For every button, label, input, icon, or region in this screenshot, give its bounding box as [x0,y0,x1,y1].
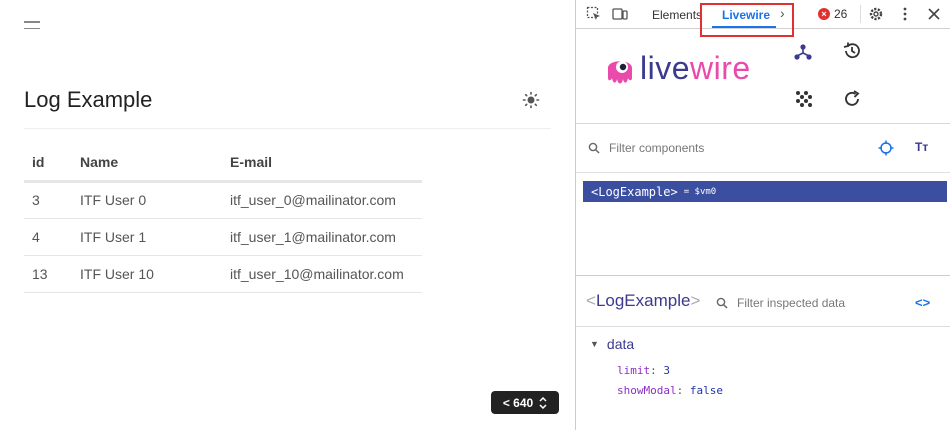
table-row: 4 ITF User 1 itf_user_1@mailinator.com [24,218,422,256]
chevron-updown-icon [539,396,547,409]
app-area: Log Example id Name E-mail 3 ITF User 0 … [0,0,575,430]
search-icon [716,297,728,309]
cell-name: ITF User 0 [80,181,230,219]
tab-elements[interactable]: Elements [652,8,702,22]
page-title: Log Example [24,87,153,112]
table-row: 13 ITF User 10 itf_user_10@mailinator.co… [24,255,422,293]
error-icon: × [818,8,830,20]
close-icon[interactable] [926,6,942,22]
breakpoint-badge[interactable]: < 640 [491,391,559,414]
users-table: id Name E-mail 3 ITF User 0 itf_user_0@m… [24,145,422,293]
component-name: <LogExample> [591,184,678,199]
livewire-logo-icon [608,61,632,84]
inspected-component-name: <LogExample> [586,291,701,310]
device-toolbar-icon[interactable] [612,6,628,22]
cell-email: itf_user_1@mailinator.com [230,218,422,256]
inspector-header: <LogExample> Filter inspected data <> [576,277,950,327]
filter-inspected-input[interactable]: Filter inspected data [737,296,845,310]
error-count-badge[interactable]: × 26 [818,7,847,21]
history-icon[interactable] [842,41,862,61]
title-divider [24,128,551,129]
cell-id: 4 [24,218,80,256]
filter-components-input[interactable]: Filter components [609,141,704,155]
events-grid-icon[interactable] [794,89,814,109]
cell-id: 3 [24,181,80,219]
component-ref: = $vm0 [683,186,717,197]
inspected-data-section: ▼ data limit: 3 showModal: false [576,327,950,430]
livewire-header: livewire [576,29,950,124]
data-group-toggle[interactable]: ▼ data [590,336,634,352]
filter-components-bar: Filter components Tт [576,124,950,173]
inspect-element-icon[interactable] [586,6,602,22]
component-tree-icon[interactable] [793,42,813,62]
data-property[interactable]: showModal: false [617,384,723,397]
component-row-logexample[interactable]: <LogExample> = $vm0 [583,181,947,202]
component-tree: <LogExample> = $vm0 [576,173,950,276]
kebab-menu-icon[interactable] [897,6,913,22]
view-source-code-icon[interactable]: <> [915,295,930,310]
column-header-name: Name [80,145,230,183]
breakpoint-label: < 640 [502,395,534,410]
hamburger-menu-icon[interactable] [24,21,42,35]
triangle-down-icon: ▼ [590,339,599,349]
column-header-id: id [24,145,80,183]
cell-email: itf_user_10@mailinator.com [230,255,422,293]
livewire-wordmark: livewire [640,50,751,86]
cell-id: 13 [24,255,80,293]
devtools-panel: Elements Livewire › × 26 livewire Filter… [575,0,950,430]
data-group-label: data [606,336,635,352]
table-row: 3 ITF User 0 itf_user_0@mailinator.com [24,181,422,219]
data-property[interactable]: limit: 3 [617,364,670,377]
toolbar-divider [860,5,861,23]
cell-name: ITF User 1 [80,218,230,256]
column-header-email: E-mail [230,145,422,183]
cell-email: itf_user_0@mailinator.com [230,181,422,219]
refresh-icon[interactable] [842,89,862,109]
search-icon [588,142,600,154]
select-component-crosshair-icon[interactable] [878,140,894,156]
text-size-icon[interactable]: Tт [915,140,928,154]
error-count: 26 [834,7,848,21]
sun-icon[interactable] [522,91,540,109]
cell-name: ITF User 10 [80,255,230,293]
table-header-row: id Name E-mail [24,145,422,183]
settings-gear-icon[interactable] [868,6,884,22]
